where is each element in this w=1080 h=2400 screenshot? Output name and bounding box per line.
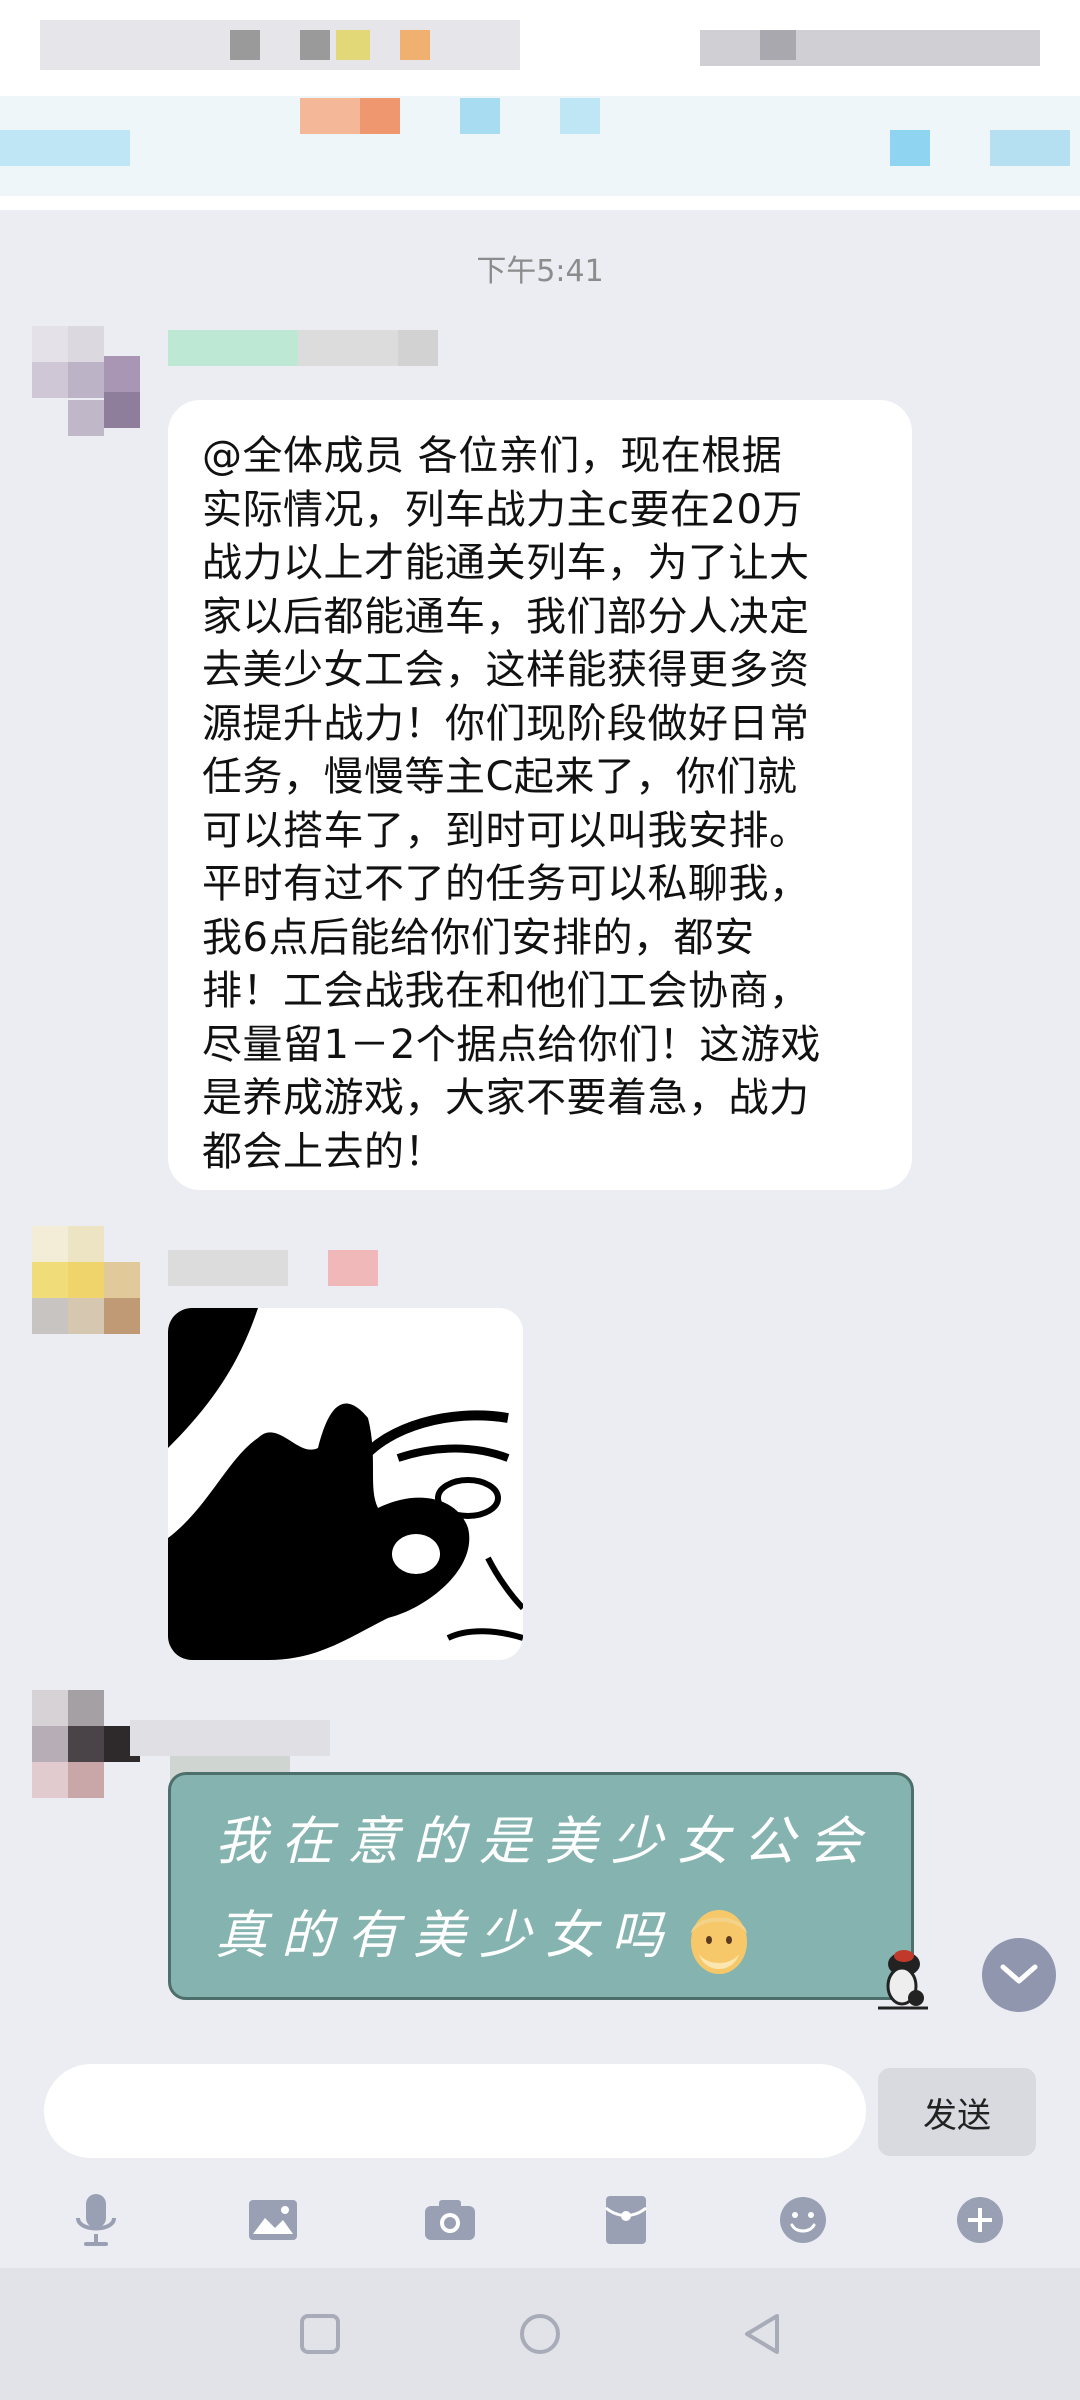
sender-name — [130, 1720, 400, 1786]
old-man-face-emoji — [683, 1904, 755, 1976]
send-button[interactable]: 发送 — [878, 2068, 1036, 2156]
message-line: 平时有过不了的任务可以私聊我， — [202, 861, 810, 907]
message-input[interactable] — [44, 2064, 866, 2158]
message-line: 源提升战力！你们现阶段做好日常 — [202, 700, 810, 747]
scroll-to-bottom-button[interactable] — [982, 1938, 1056, 2012]
message-line: 是养成游戏，大家不要着急，战力 — [202, 1075, 810, 1121]
red-packet-icon[interactable] — [586, 2180, 666, 2260]
message-line: 我6点后能给你们安排的，都安 — [202, 914, 755, 961]
microphone-icon[interactable] — [56, 2180, 136, 2260]
ok-hand-meme-icon — [168, 1308, 523, 1660]
blurred-header — [0, 0, 1080, 210]
message-line: 可以搭车了，到时可以叫我安排。 — [202, 807, 810, 854]
system-navigation-bar — [0, 2268, 1080, 2400]
camera-icon[interactable] — [410, 2180, 490, 2260]
plus-icon[interactable] — [940, 2180, 1020, 2260]
message-line: 排！工会战我在和他们工会协商， — [202, 968, 810, 1014]
recent-apps-button[interactable] — [288, 2302, 352, 2366]
text-message-bubble[interactable]: @全体成员 各位亲们，现在根据 实际情况，列车战力主c要在20万 战力以上才能通… — [168, 400, 912, 1190]
emoji-icon[interactable] — [763, 2180, 843, 2260]
avatar[interactable] — [32, 1226, 142, 1336]
message-line: 去美少女工会，这样能获得更多资 — [202, 647, 810, 693]
back-button[interactable] — [730, 2302, 794, 2366]
sender-name — [168, 330, 468, 370]
home-button[interactable] — [508, 2302, 572, 2366]
avatar[interactable] — [32, 326, 142, 436]
styled-message-text: 真的有美少女吗 — [215, 1906, 678, 1966]
message-line: 家以后都能通车，我们部分人决定 — [202, 593, 810, 640]
image-icon[interactable] — [233, 2180, 313, 2260]
chat-toolbar — [0, 2180, 1080, 2260]
message-timestamp: 下午5:41 — [476, 254, 604, 289]
cat-sticker-icon — [872, 1948, 934, 2012]
chevron-down-icon — [1000, 1964, 1038, 1984]
sender-name — [168, 1250, 388, 1290]
message-line: 实际情况，列车战力主c要在20万 — [202, 486, 803, 533]
styled-message-line: 我在意的是美少女公会 — [215, 1812, 876, 1872]
message-line: 都会上去的！ — [202, 1128, 445, 1175]
avatar[interactable] — [32, 1690, 142, 1800]
message-line: 战力以上才能通关列车，为了让大 — [202, 540, 810, 586]
message-line: 尽量留1－2个据点给你们！这游戏 — [202, 1021, 821, 1068]
styled-message-line-2: 真的有美少女吗 — [215, 1893, 755, 1976]
ok-hand-meme-sticker[interactable] — [168, 1308, 523, 1660]
styled-text-bubble[interactable]: 我在意的是美少女公会 真的有美少女吗 — [168, 1772, 914, 2000]
message-line: 任务，慢慢等主C起来了，你们就 — [202, 754, 798, 800]
message-line: @全体成员 各位亲们，现在根据 — [202, 433, 783, 479]
